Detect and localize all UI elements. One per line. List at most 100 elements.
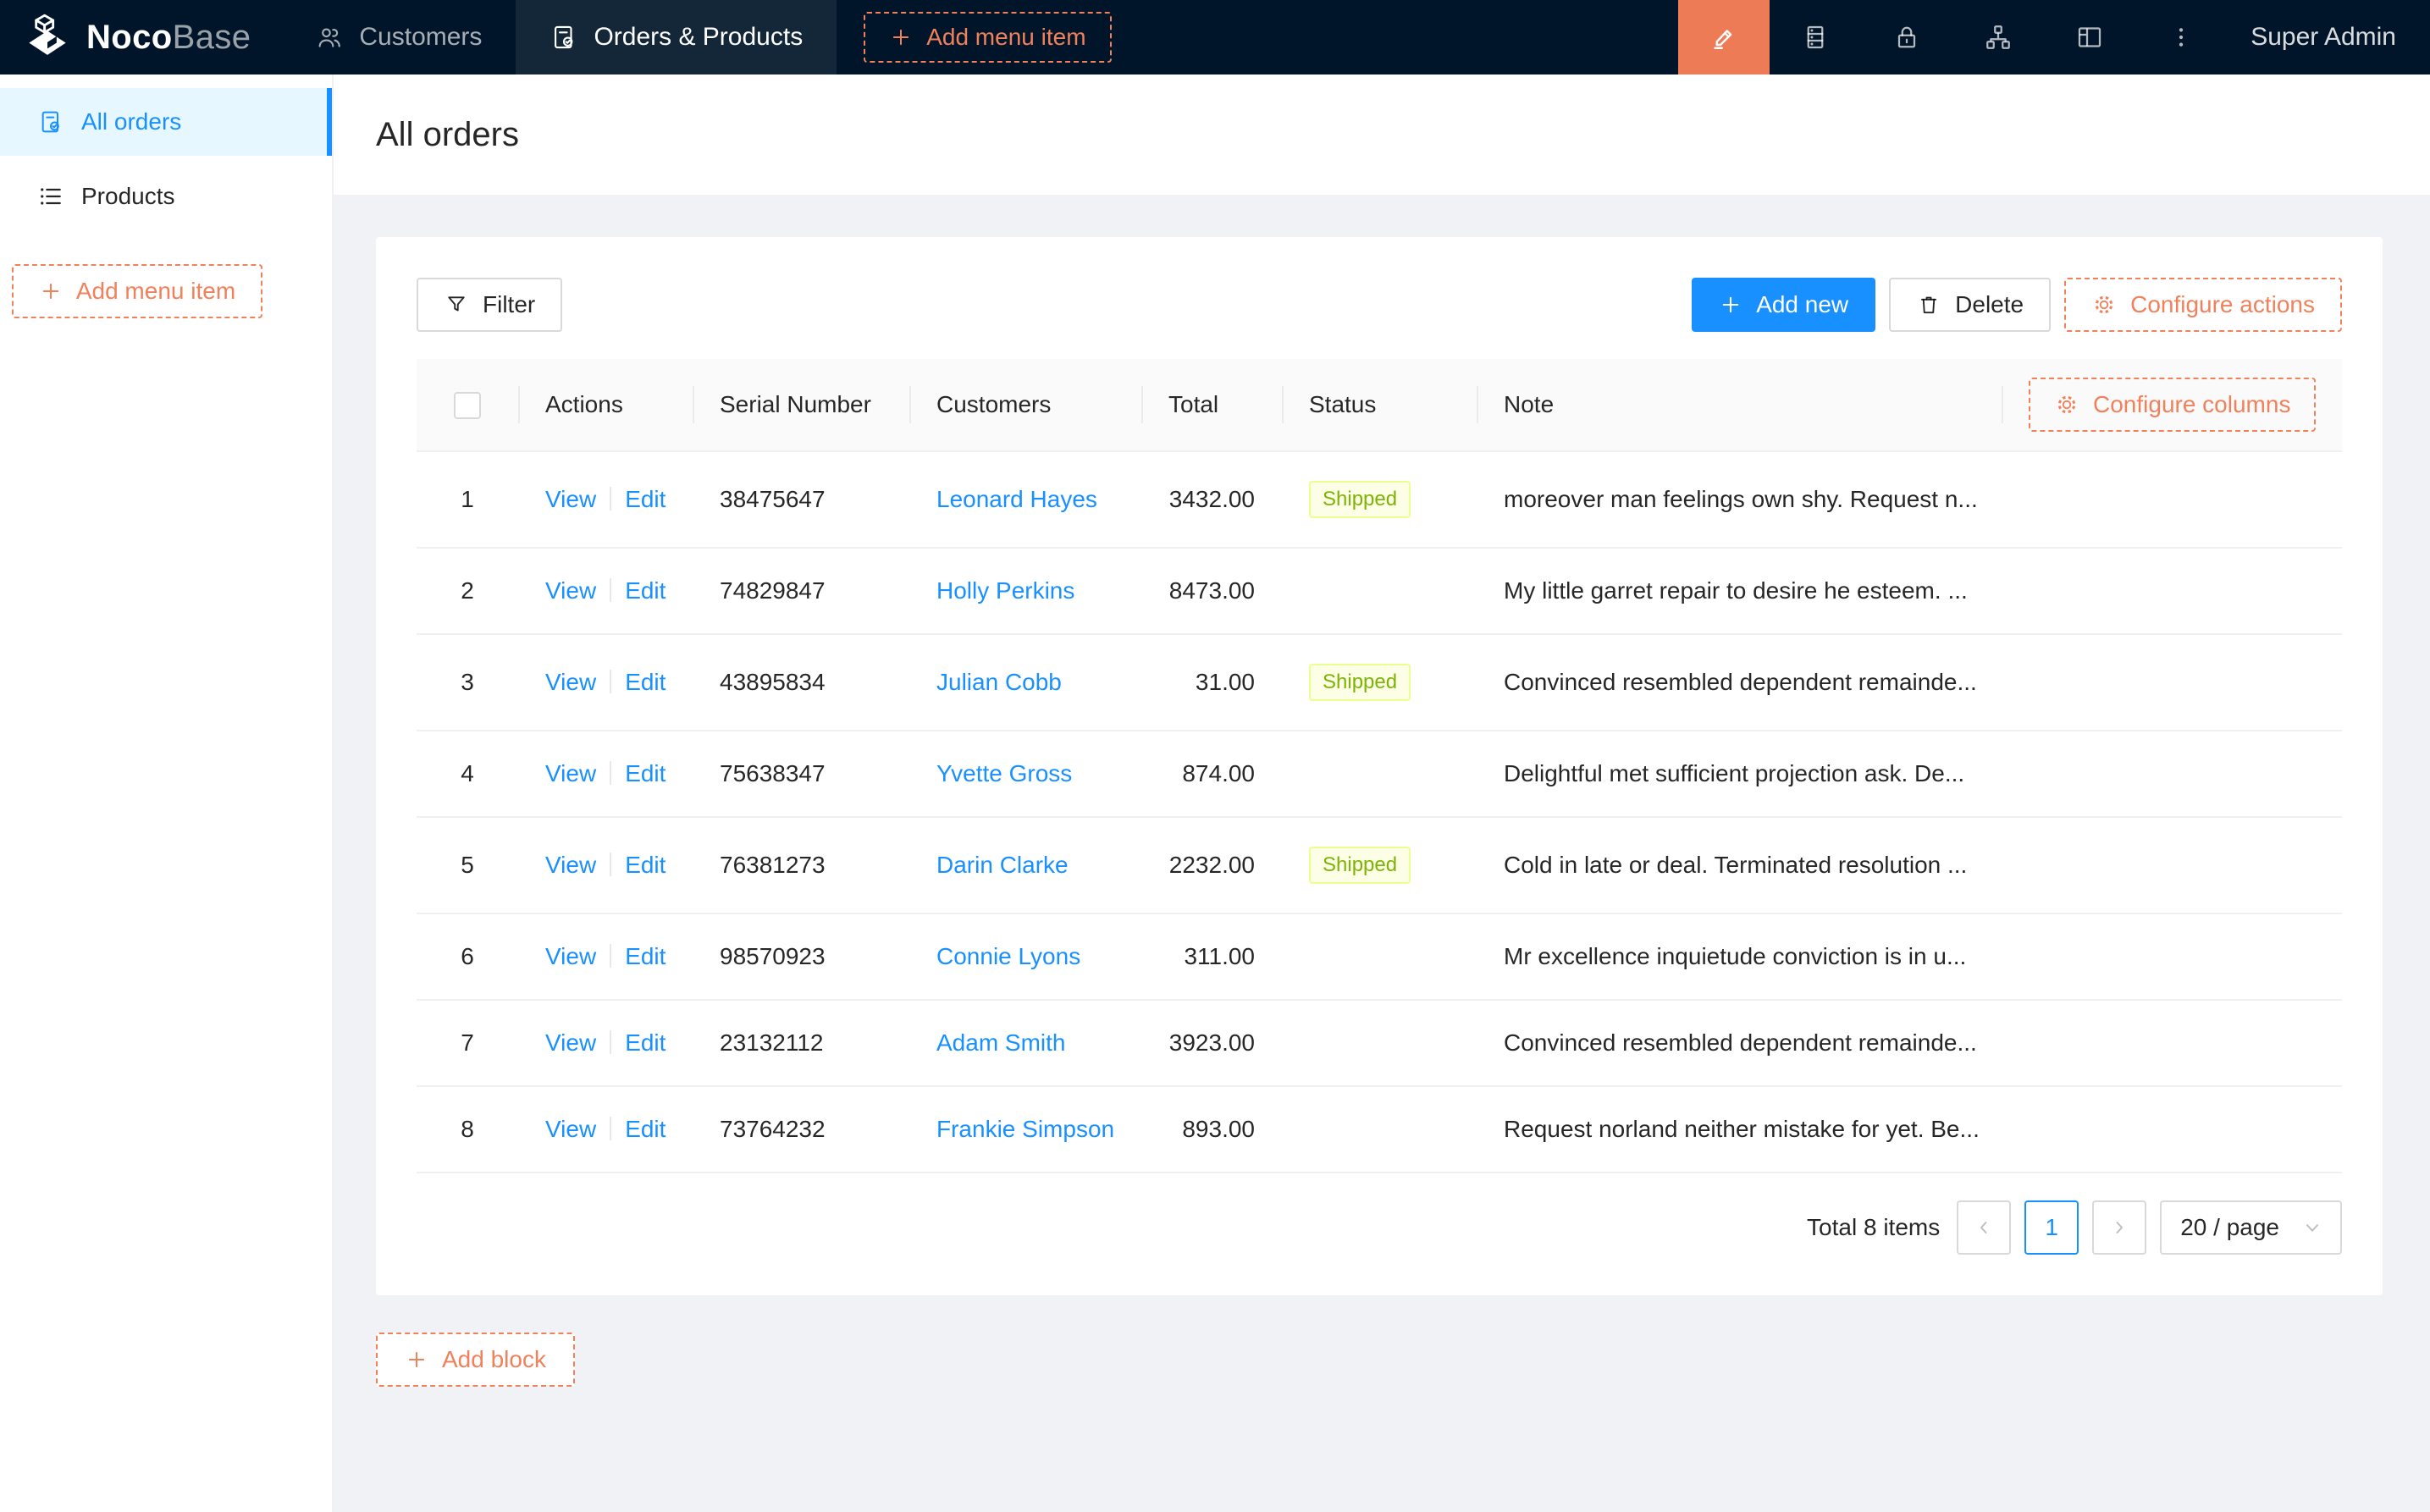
navbar-add-menu-item-button[interactable]: Add menu item	[864, 12, 1111, 63]
sidebar-item-all-orders[interactable]: All orders	[0, 88, 332, 156]
gear-icon	[2054, 392, 2079, 417]
app: NocoBase Customers	[0, 0, 2430, 1512]
nocobase-logo-icon	[22, 12, 73, 63]
edit-link[interactable]: Edit	[625, 577, 665, 604]
divider	[610, 853, 611, 876]
orders-table-block: Filter Add new	[376, 237, 2383, 1295]
edit-link[interactable]: Edit	[625, 1116, 665, 1142]
plus-icon	[405, 1348, 428, 1371]
trash-icon	[1916, 292, 1941, 317]
serial-number-cell: 74829847	[693, 548, 909, 634]
serial-number-cell: 75638347	[693, 731, 909, 817]
page-header: All orders	[334, 74, 2430, 195]
edit-link[interactable]: Edit	[625, 943, 665, 969]
page-number-button[interactable]: 1	[2024, 1200, 2079, 1255]
status-badge: Shipped	[1309, 664, 1411, 701]
customer-link[interactable]: Julian Cobb	[936, 669, 1062, 695]
users-icon	[315, 23, 344, 52]
customer-link[interactable]: Yvette Gross	[936, 760, 1072, 786]
ui-editor-button[interactable]	[1678, 0, 1770, 74]
page-content: Filter Add new	[334, 195, 2430, 1387]
view-link[interactable]: View	[545, 1029, 596, 1056]
divider	[610, 487, 611, 510]
chevron-down-icon	[2303, 1218, 2322, 1237]
plus-icon	[1719, 293, 1742, 317]
plus-icon	[889, 25, 913, 49]
divider	[610, 1030, 611, 1054]
customer-link[interactable]: Holly Perkins	[936, 577, 1074, 604]
row-index: 1	[417, 451, 518, 548]
serial-number-cell: 23132112	[693, 1000, 909, 1086]
view-link[interactable]: View	[545, 1116, 596, 1142]
navbar-right-actions: Super Admin	[1678, 0, 2430, 74]
nav-tab-orders-products[interactable]: Orders & Products	[516, 0, 837, 74]
total-cell: 3432.00	[1141, 451, 1282, 548]
gear-icon	[2091, 292, 2117, 317]
total-cell: 893.00	[1141, 1086, 1282, 1173]
sidebar-item-products[interactable]: Products	[0, 163, 332, 230]
brand-logo[interactable]: NocoBase	[0, 0, 281, 74]
table-row: 5 ViewEdit 76381273 Darin Clarke 2232.00…	[417, 817, 2342, 913]
view-link[interactable]: View	[545, 760, 596, 786]
collections-button[interactable]	[1770, 0, 1861, 74]
collections-icon	[1800, 22, 1831, 52]
view-link[interactable]: View	[545, 486, 596, 512]
delete-button[interactable]: Delete	[1889, 278, 2051, 332]
row-index: 4	[417, 731, 518, 817]
status-badge: Shipped	[1309, 847, 1411, 884]
edit-link[interactable]: Edit	[625, 852, 665, 878]
add-block-button[interactable]: Add block	[376, 1333, 575, 1387]
nav-tab-customers[interactable]: Customers	[281, 0, 516, 74]
add-new-button[interactable]: Add new	[1692, 278, 1875, 332]
table-row: 2 ViewEdit 74829847 Holly Perkins 8473.0…	[417, 548, 2342, 634]
top-navbar: NocoBase Customers	[0, 0, 2430, 74]
sidebar-add-menu-item-button[interactable]: Add menu item	[12, 264, 262, 318]
edit-link[interactable]: Edit	[625, 1029, 665, 1056]
workflow-button[interactable]	[1952, 0, 2044, 74]
note-cell: Mr excellence inquietude conviction is i…	[1477, 913, 2002, 1000]
table-header-row: Actions Serial Number Customers Total St…	[417, 359, 2342, 451]
layout-icon	[2074, 22, 2105, 52]
edit-link[interactable]: Edit	[625, 669, 665, 695]
status-badge: Shipped	[1309, 481, 1411, 518]
configure-columns-button[interactable]: Configure columns	[2029, 378, 2316, 432]
layout-button[interactable]	[2044, 0, 2135, 74]
table-row: 1 ViewEdit 38475647 Leonard Hayes 3432.0…	[417, 451, 2342, 548]
user-menu[interactable]: Super Admin	[2227, 0, 2430, 74]
select-all-checkbox[interactable]	[454, 392, 481, 419]
configure-actions-button[interactable]: Configure actions	[2064, 278, 2342, 332]
sidebar: All orders Products Add menu item	[0, 74, 334, 1512]
view-link[interactable]: View	[545, 852, 596, 878]
more-button[interactable]	[2135, 0, 2227, 74]
customer-link[interactable]: Frankie Simpson	[936, 1116, 1114, 1142]
filter-button[interactable]: Filter	[417, 278, 562, 332]
previous-page-button[interactable]	[1957, 1200, 2011, 1255]
customer-link[interactable]: Connie Lyons	[936, 943, 1080, 969]
page-size-select[interactable]: 20 / page	[2160, 1200, 2342, 1255]
customer-link[interactable]: Darin Clarke	[936, 852, 1069, 878]
edit-link[interactable]: Edit	[625, 486, 665, 512]
serial-number-cell: 43895834	[693, 634, 909, 731]
plus-icon	[39, 279, 63, 303]
row-index: 3	[417, 634, 518, 731]
total-cell: 3923.00	[1141, 1000, 1282, 1086]
customer-link[interactable]: Adam Smith	[936, 1029, 1066, 1056]
toolbar-right: Add new Delete	[1692, 278, 2342, 332]
view-link[interactable]: View	[545, 669, 596, 695]
page-size-value: 20 / page	[2180, 1214, 2279, 1241]
next-page-button[interactable]	[2092, 1200, 2146, 1255]
view-link[interactable]: View	[545, 577, 596, 604]
total-cell: 2232.00	[1141, 817, 1282, 913]
view-link[interactable]: View	[545, 943, 596, 969]
chevron-right-icon	[2109, 1217, 2129, 1238]
edit-link[interactable]: Edit	[625, 760, 665, 786]
lock-button[interactable]	[1861, 0, 1952, 74]
customer-link[interactable]: Leonard Hayes	[936, 486, 1097, 512]
total-cell: 311.00	[1141, 913, 1282, 1000]
divider	[610, 1117, 611, 1140]
sidebar-item-label: All orders	[81, 108, 181, 135]
table-row: 3 ViewEdit 43895834 Julian Cobb 31.00 Sh…	[417, 634, 2342, 731]
serial-number-cell: 98570923	[693, 913, 909, 1000]
column-header-customers: Customers	[909, 359, 1141, 451]
order-doc-icon	[550, 23, 578, 52]
